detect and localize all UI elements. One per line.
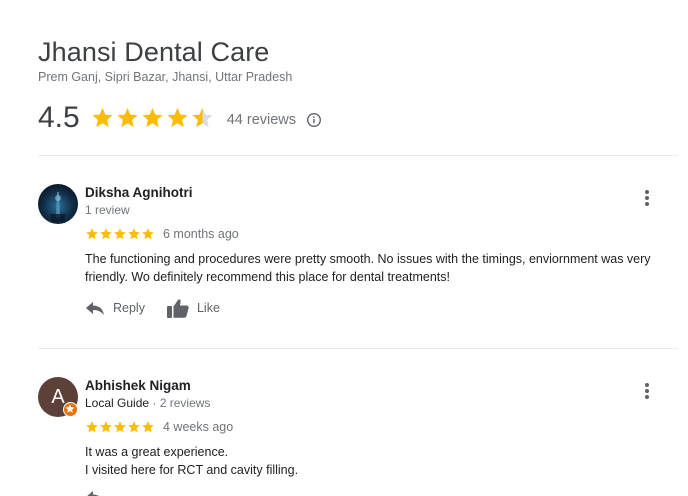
reviewer-meta: 1 review	[85, 203, 130, 217]
meta-separator: ·	[149, 396, 160, 410]
divider	[38, 348, 678, 349]
review-count-label: 2 reviews	[159, 396, 211, 410]
divider	[38, 155, 678, 156]
star-icon	[142, 108, 163, 127]
reviewer-name[interactable]: Abhishek Nigam	[85, 377, 191, 395]
place-title: Jhansi Dental Care	[38, 37, 270, 67]
review-text: It was a great experience. I visited her…	[85, 443, 677, 479]
reviewer-name[interactable]: Diksha Agnihotri	[85, 184, 193, 202]
place-address: Prem Ganj, Sipri Bazar, Jhansi, Uttar Pr…	[38, 70, 293, 84]
star-icon	[92, 108, 113, 127]
reviewer-meta: Local Guide · 2 reviews	[85, 395, 210, 411]
local-guide-badge-icon	[63, 402, 78, 417]
star-icon	[128, 228, 140, 240]
review-date: 4 weeks ago	[163, 420, 234, 434]
info-icon[interactable]	[306, 112, 322, 128]
more-dot	[645, 196, 649, 200]
review-text-line: It was a great experience.	[85, 445, 229, 459]
reply-icon	[86, 302, 104, 315]
reply-label: Reply	[113, 301, 145, 315]
review-actions: Reply Like	[85, 298, 242, 318]
place-header: Jhansi Dental Care Prem Ganj, Sipri Baza…	[38, 36, 678, 85]
more-options-button[interactable]	[640, 381, 654, 401]
avatar-photo	[38, 184, 78, 224]
more-dot	[645, 389, 649, 393]
star-icon	[100, 421, 112, 433]
star-icon	[114, 421, 126, 433]
like-button[interactable]: Like	[166, 298, 220, 318]
review-date: 6 months ago	[163, 227, 239, 241]
rating-stars	[90, 106, 215, 130]
guide-star-glyph	[65, 404, 75, 413]
star-icon	[117, 108, 138, 127]
rating-summary: 4.5 44 reviews	[38, 100, 322, 136]
half-star-icon	[192, 108, 213, 127]
review-card: Diksha Agnihotri 1 review 6 months ago T…	[38, 184, 678, 324]
more-dot	[645, 395, 649, 399]
star-icon	[167, 108, 188, 127]
rating-value: 4.5	[38, 101, 80, 134]
review-actions	[85, 489, 135, 496]
star-icon	[86, 228, 98, 240]
review-rating: 6 months ago	[85, 226, 239, 242]
review-text: The functioning and procedures were pret…	[85, 250, 677, 286]
reply-icon	[87, 491, 99, 496]
more-dot	[645, 190, 649, 194]
star-icon	[86, 421, 98, 433]
more-dot	[645, 383, 649, 387]
thumbs-up-icon	[166, 299, 189, 318]
review-count[interactable]: 44 reviews	[227, 112, 296, 128]
star-icon	[142, 228, 154, 240]
star-icon	[114, 228, 126, 240]
like-label: Like	[196, 301, 220, 315]
review-text-line: friendly. Wo definitely recommend this p…	[85, 270, 450, 284]
reply-button[interactable]	[85, 489, 113, 496]
star-icon	[142, 421, 154, 433]
avatar[interactable]: A	[38, 377, 78, 417]
review-card: A Abhishek Nigam Local Guide · 2 reviews…	[38, 377, 678, 496]
review-text-line: I visited here for RCT and cavity fillin…	[85, 463, 299, 477]
more-dot	[645, 202, 649, 206]
review-rating: 4 weeks ago	[85, 419, 233, 435]
more-options-button[interactable]	[640, 188, 654, 208]
star-icon	[100, 228, 112, 240]
star-icon	[128, 421, 140, 433]
reply-button[interactable]: Reply	[85, 300, 145, 316]
review-text-line: The functioning and procedures were pret…	[85, 252, 651, 266]
avatar[interactable]	[38, 184, 78, 224]
local-guide-label: Local Guide	[85, 396, 150, 410]
